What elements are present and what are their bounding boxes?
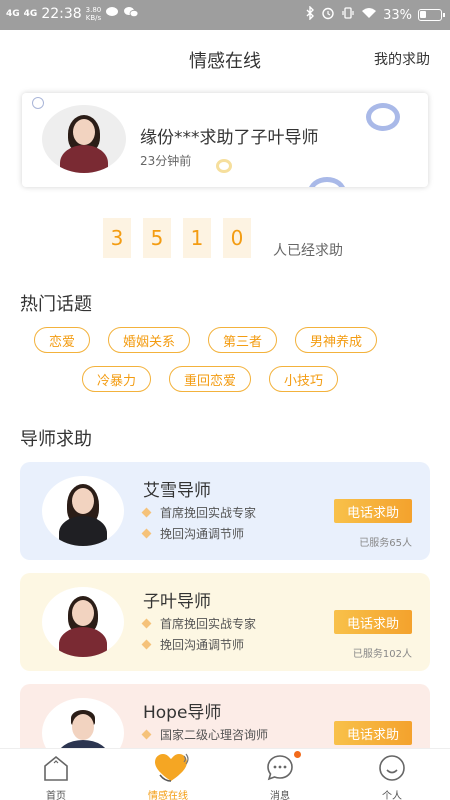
tab-label: 消息 bbox=[270, 791, 290, 800]
diamond-bullet-icon bbox=[141, 618, 152, 629]
hot-topics-row-1: 恋爱 婚姻关系 第三者 男神养成 bbox=[34, 327, 378, 353]
mentor-name: Hope导师 bbox=[143, 703, 222, 723]
counter-label: 人已经求助 bbox=[273, 243, 343, 259]
mentor-feature: 首席挽回实战专家 bbox=[141, 615, 256, 632]
bottom-tab-bar: 首页 情感在线 消息 个人 bbox=[0, 748, 450, 800]
home-icon bbox=[41, 753, 71, 783]
tab-profile[interactable]: 个人 bbox=[352, 753, 432, 800]
mentor-name: 子叶导师 bbox=[143, 592, 211, 612]
wechat-notification-icon bbox=[123, 6, 139, 22]
mentor-feature: 国家二级心理咨询师 bbox=[141, 726, 268, 743]
alarm-icon bbox=[321, 6, 335, 24]
recent-help-notice[interactable]: 缘份***求助了子叶导师 23分钟前 bbox=[22, 93, 428, 187]
diamond-bullet-icon bbox=[141, 528, 152, 539]
counter-digit: 3 bbox=[103, 218, 131, 258]
tab-home[interactable]: 首页 bbox=[16, 753, 96, 800]
mentor-feature: 挽回沟通调节师 bbox=[141, 525, 244, 542]
decor-circle-yellow bbox=[216, 159, 232, 173]
phone-help-button[interactable]: 电话求助 bbox=[334, 610, 412, 634]
notice-avatar bbox=[42, 105, 126, 173]
topic-tag[interactable]: 男神养成 bbox=[295, 327, 378, 353]
topic-tag[interactable]: 重回恋爱 bbox=[169, 366, 252, 392]
mentor-card[interactable]: 子叶导师 首席挽回实战专家 挽回沟通调节师 电话求助 已服务102人 bbox=[20, 573, 430, 671]
topic-tag[interactable]: 第三者 bbox=[208, 327, 278, 353]
hot-topics-row-2: 冷暴力 重回恋爱 小技巧 bbox=[82, 366, 339, 392]
network-speed: 3.80 KB/s bbox=[85, 6, 102, 22]
status-bar: 4G 4G 22:38 3.80 KB/s 33% bbox=[0, 0, 450, 30]
notice-text: 缘份***求助了子叶导师 bbox=[140, 128, 319, 148]
mentor-avatar bbox=[42, 587, 124, 657]
tab-messages[interactable]: 消息 bbox=[240, 751, 320, 800]
decor-circle-small bbox=[32, 97, 44, 109]
decor-circle-bottom bbox=[308, 177, 346, 187]
unread-dot bbox=[294, 751, 301, 758]
decor-circle-large bbox=[366, 103, 400, 131]
served-count: 已服务102人 bbox=[352, 649, 412, 660]
phone-help-button[interactable]: 电话求助 bbox=[334, 499, 412, 523]
topic-tag[interactable]: 冷暴力 bbox=[82, 366, 152, 392]
tab-label: 情感在线 bbox=[148, 791, 188, 800]
wifi-icon bbox=[361, 7, 377, 23]
tab-label: 首页 bbox=[46, 791, 66, 800]
header: 情感在线 我的求助 bbox=[0, 30, 450, 88]
tab-label: 个人 bbox=[382, 791, 402, 800]
mentors-title: 导师求助 bbox=[20, 429, 92, 450]
battery-icon bbox=[418, 9, 445, 21]
topic-tag[interactable]: 恋爱 bbox=[34, 327, 91, 353]
mentor-feature: 挽回沟通调节师 bbox=[141, 636, 244, 653]
profile-icon bbox=[377, 753, 407, 783]
signal-indicator-1: 4G bbox=[6, 9, 20, 19]
counter-digit: 0 bbox=[223, 218, 251, 258]
served-count: 已服务65人 bbox=[359, 538, 412, 549]
topic-tag[interactable]: 婚姻关系 bbox=[108, 327, 191, 353]
counter-digit: 5 bbox=[143, 218, 171, 258]
phone-help-button[interactable]: 电话求助 bbox=[334, 721, 412, 745]
chat-notification-icon bbox=[105, 6, 119, 22]
my-help-link[interactable]: 我的求助 bbox=[374, 49, 430, 69]
topic-tag[interactable]: 小技巧 bbox=[269, 366, 339, 392]
diamond-bullet-icon bbox=[141, 729, 152, 740]
diamond-bullet-icon bbox=[141, 507, 152, 518]
mentor-feature: 首席挽回实战专家 bbox=[141, 504, 256, 521]
mentor-name: 艾雪导师 bbox=[143, 481, 211, 501]
bluetooth-icon bbox=[306, 5, 315, 24]
tab-emotion-online[interactable]: 情感在线 bbox=[128, 753, 208, 800]
help-counter: 3 5 1 0 bbox=[103, 218, 251, 258]
hot-topics-title: 热门话题 bbox=[20, 294, 92, 315]
counter-digit: 1 bbox=[183, 218, 211, 258]
vibrate-icon bbox=[341, 6, 355, 24]
mentor-avatar bbox=[42, 476, 124, 546]
battery-percent: 33% bbox=[383, 7, 412, 23]
notice-time: 23分钟前 bbox=[140, 154, 192, 168]
heart-icon bbox=[153, 753, 189, 783]
clock: 22:38 bbox=[41, 6, 82, 22]
message-icon bbox=[265, 751, 301, 783]
signal-indicator-2: 4G bbox=[23, 9, 38, 19]
mentor-card[interactable]: 艾雪导师 首席挽回实战专家 挽回沟通调节师 电话求助 已服务65人 bbox=[20, 462, 430, 560]
diamond-bullet-icon bbox=[141, 639, 152, 650]
